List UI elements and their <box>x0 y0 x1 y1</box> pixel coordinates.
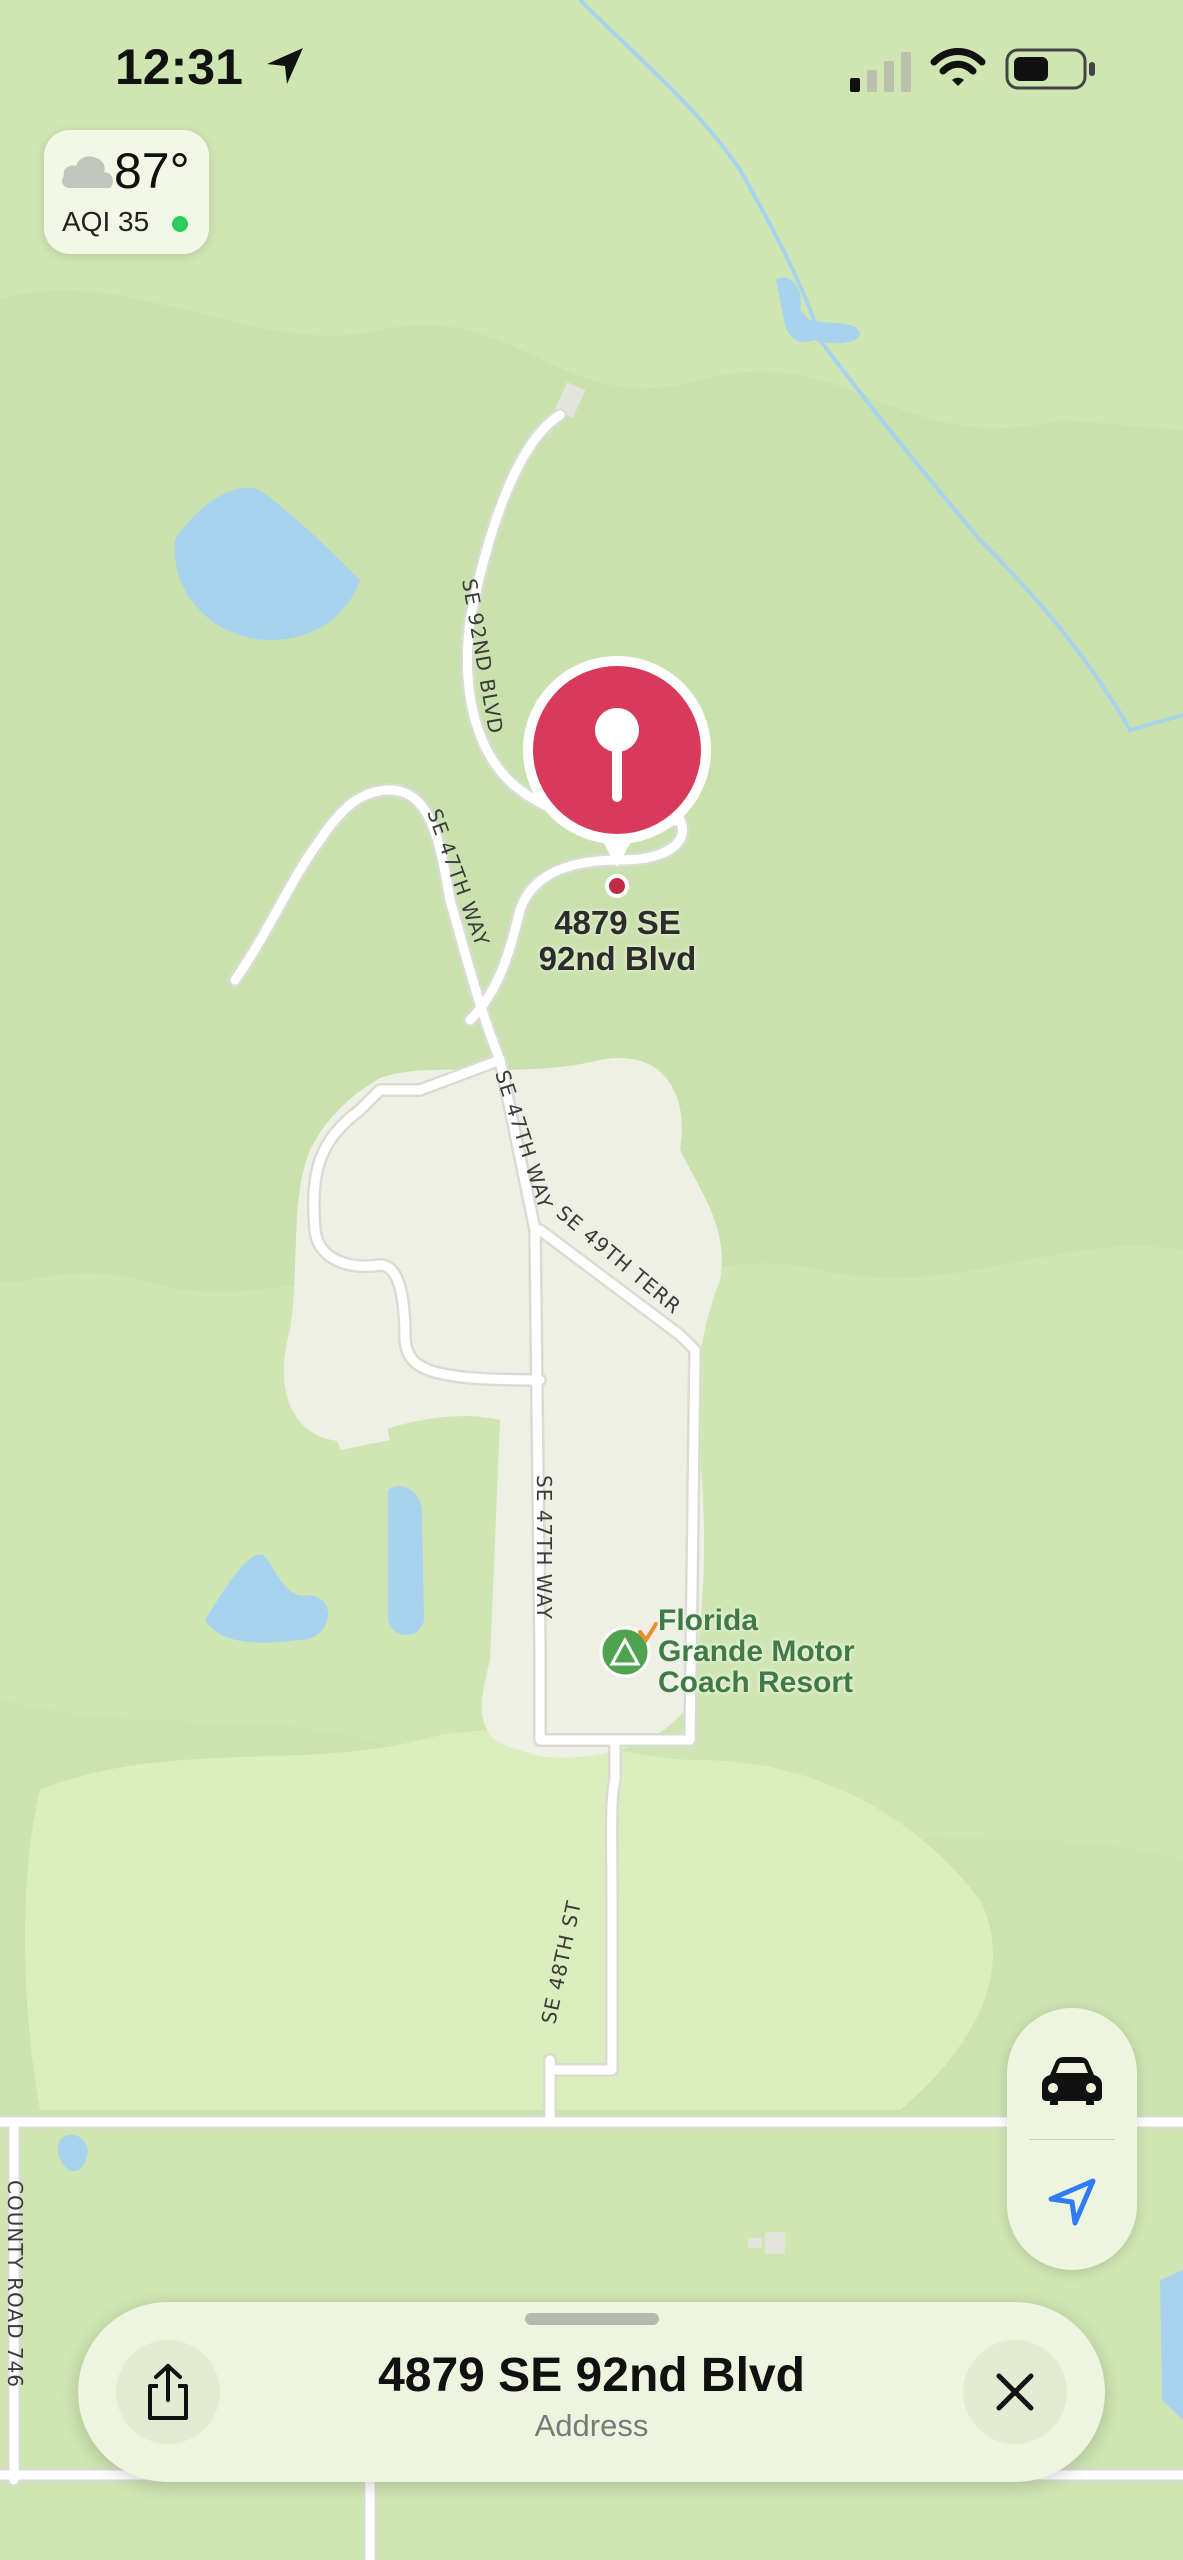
status-bar: 12:31 <box>0 0 1183 140</box>
close-icon <box>996 2373 1034 2411</box>
location-services-icon <box>266 48 303 84</box>
place-card[interactable]: 4879 SE 92nd Blvd Address <box>78 2302 1105 2482</box>
card-grabber[interactable] <box>525 2313 659 2325</box>
poi-label-line2: Grande Motor <box>658 1635 855 1668</box>
location-arrow-icon <box>1048 2178 1096 2226</box>
poi-label-line3: Coach Resort <box>658 1666 854 1699</box>
poi-label-line1: Florida <box>658 1604 759 1637</box>
drive-button[interactable] <box>1007 2020 1137 2140</box>
road-label-county-road-746: COUNTY ROAD 746 <box>3 2180 27 2388</box>
poi-label[interactable]: Florida Grande Motor Coach Resort <box>658 1605 855 1698</box>
wifi-icon <box>930 48 986 86</box>
place-subtitle: Address <box>534 2408 649 2443</box>
car-icon <box>1042 2057 1102 2105</box>
place-title: 4879 SE 92nd Blvd <box>378 2349 805 2402</box>
weather-widget[interactable]: 87° AQI 35 <box>44 130 209 254</box>
cloud-icon <box>62 156 113 188</box>
pin-label-line2: 92nd Blvd <box>538 940 697 977</box>
locate-me-button[interactable] <box>1007 2142 1137 2262</box>
cellular-signal-icon <box>850 52 911 92</box>
pin-label-line1: 4879 SE <box>554 904 681 941</box>
aqi-status-dot <box>172 216 188 232</box>
road-label-se-47th-way-south: SE 47TH WAY <box>532 1475 556 1620</box>
battery-icon <box>1005 48 1095 90</box>
weather-aqi: AQI 35 <box>62 206 150 237</box>
map-canvas[interactable]: SE 92ND BLVD SE 47TH WAY SE 47TH WAY SE … <box>0 0 1183 2560</box>
weather-temperature: 87° <box>114 143 190 199</box>
status-time: 12:31 <box>115 38 307 96</box>
status-time-text: 12:31 <box>115 39 243 95</box>
close-button[interactable] <box>963 2340 1067 2444</box>
pin-address-label: 4879 SE 92nd Blvd <box>520 905 715 977</box>
map-controls <box>1007 2008 1137 2270</box>
